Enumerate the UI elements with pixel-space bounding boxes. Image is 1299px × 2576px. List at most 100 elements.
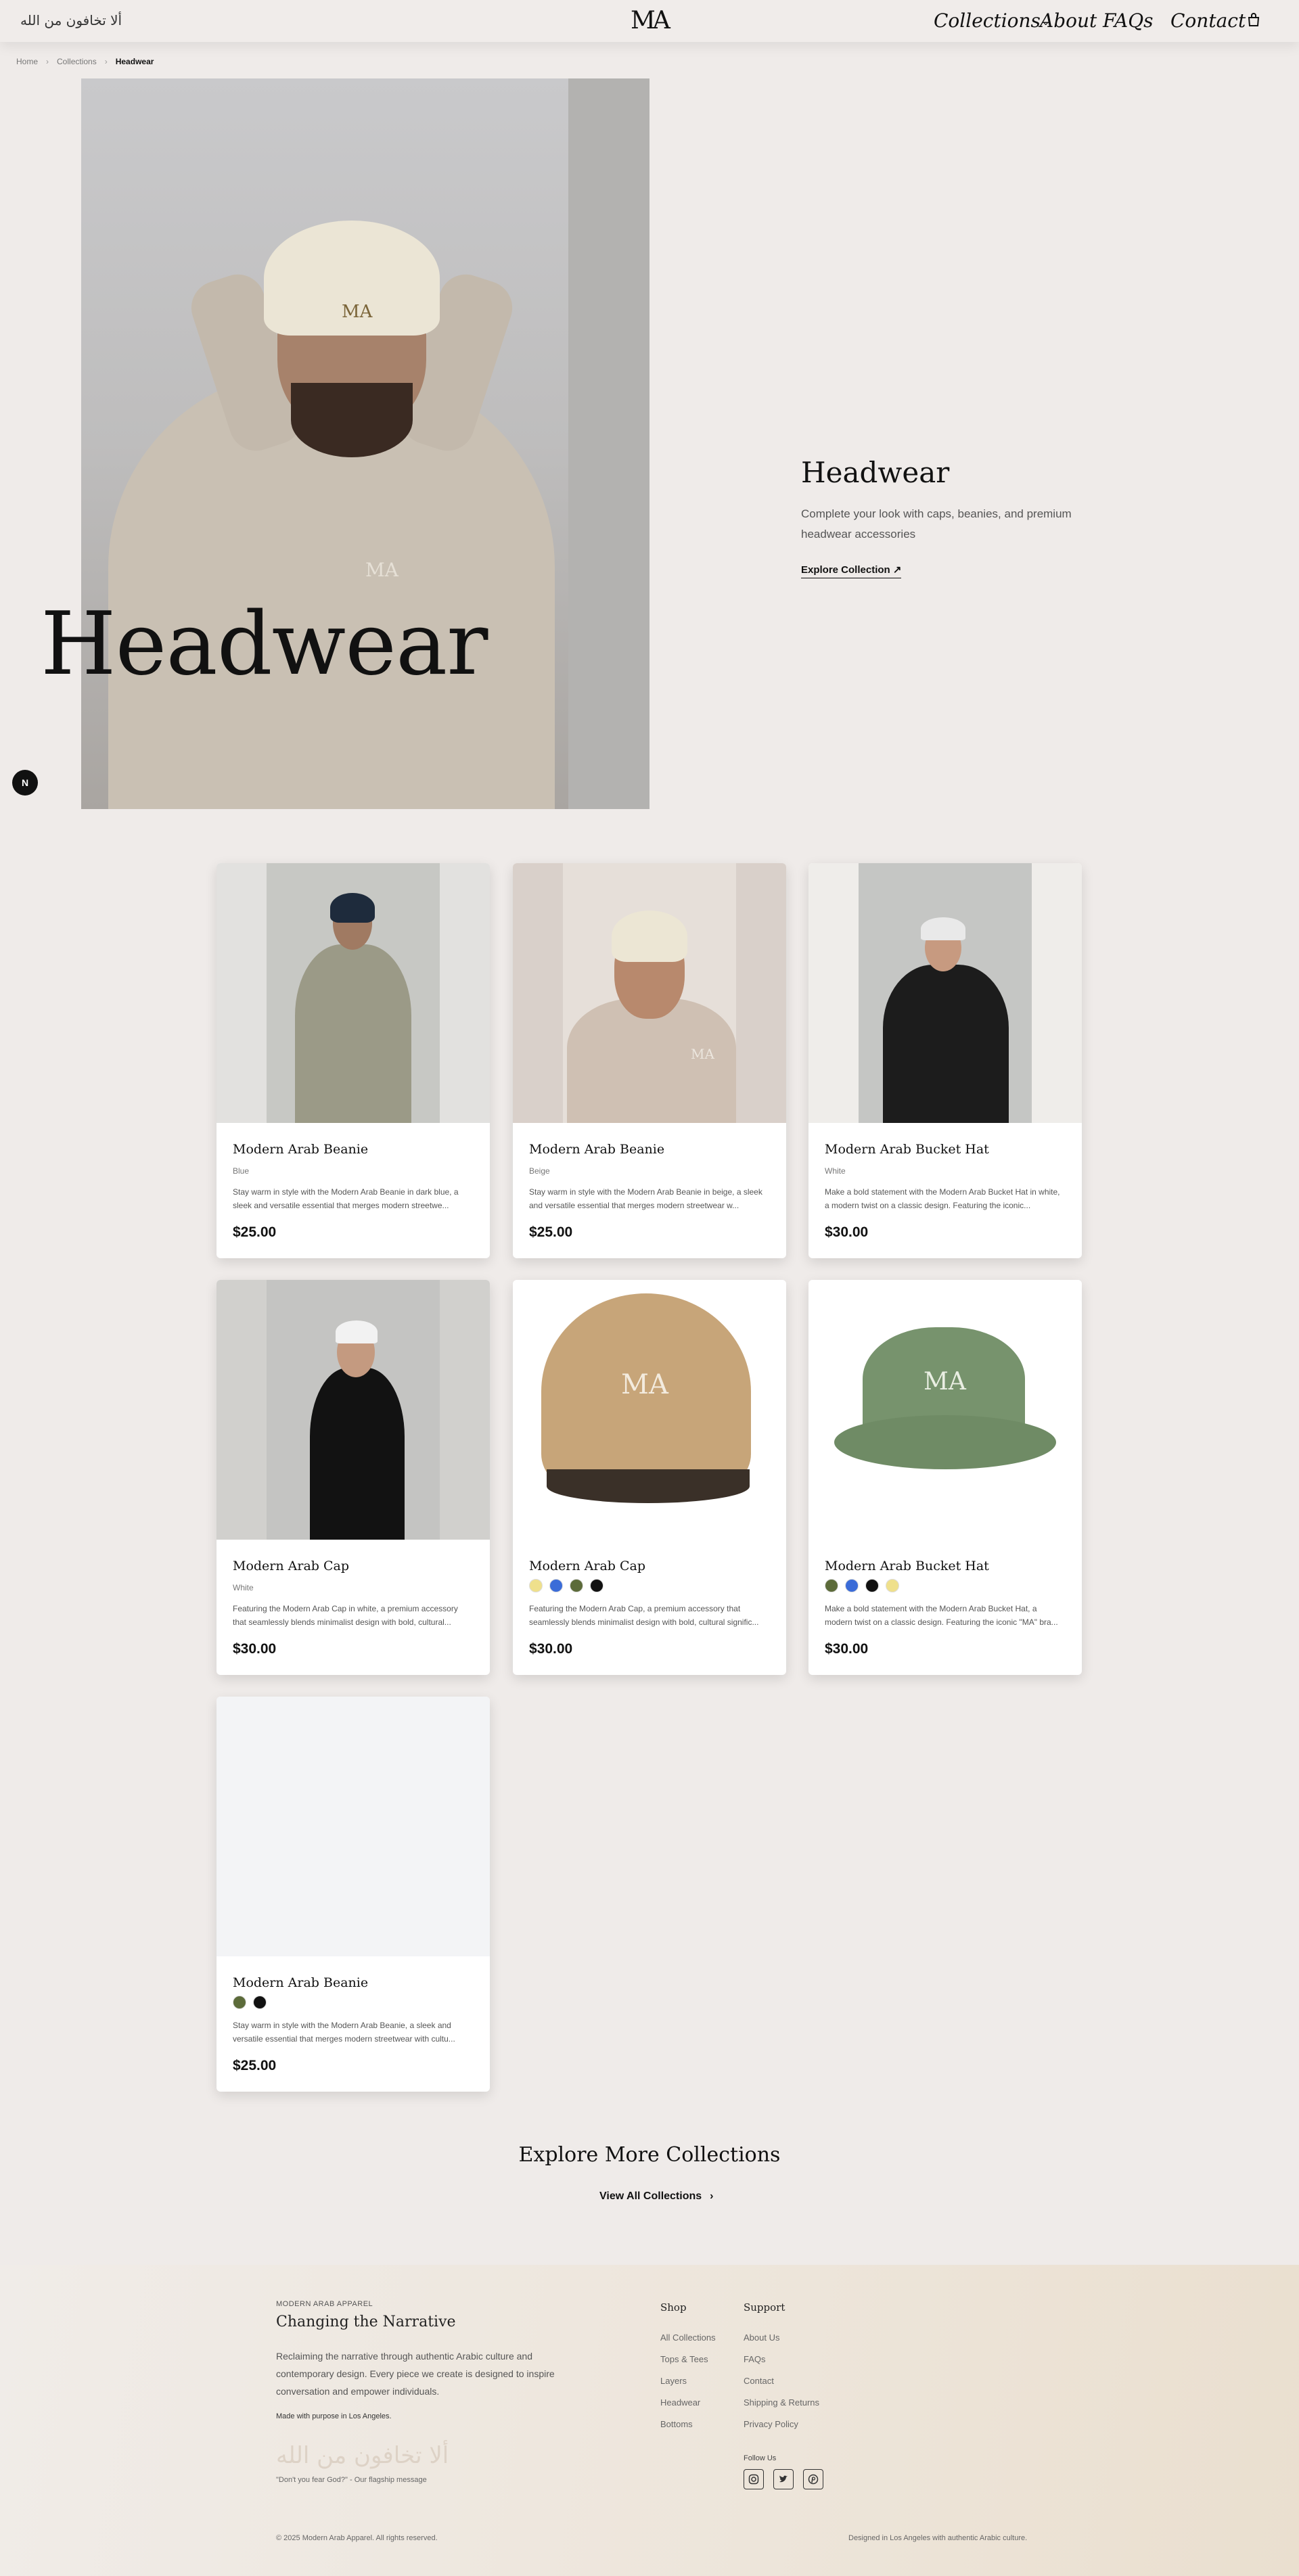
nav-collections-label: Collections (934, 9, 1041, 32)
product-card[interactable]: Modern Arab Beanie Stay warm in style wi… (216, 1697, 490, 2092)
product-image (216, 1280, 490, 1540)
footer-link-headwear[interactable]: Headwear (660, 2392, 716, 2414)
product-cap (336, 1320, 378, 1343)
product-card[interactable]: Modern Arab Bucket Hat White Make a bold… (808, 863, 1082, 1258)
swatch-black[interactable] (865, 1579, 879, 1592)
hero-hoodie-logo: MA (365, 559, 398, 581)
swatch-yellow[interactable] (886, 1579, 899, 1592)
swatch-blue[interactable] (845, 1579, 859, 1592)
product-bucket-hat (921, 917, 965, 940)
footer-link-all-collections[interactable]: All Collections (660, 2327, 716, 2349)
product-logo: MA (691, 1046, 714, 1062)
footer-link-shipping[interactable]: Shipping & Returns (744, 2392, 819, 2414)
breadcrumb-collections[interactable]: Collections (57, 57, 97, 66)
footer-link-faqs[interactable]: FAQs (744, 2349, 819, 2370)
product-color: Blue (233, 1166, 250, 1176)
bucket-hat-brim (834, 1415, 1056, 1469)
product-name: Modern Arab Bucket Hat (825, 1142, 989, 1157)
product-description: Stay warm in style with the Modern Arab … (233, 2021, 455, 2044)
swatch-olive[interactable] (233, 1996, 246, 2009)
pinterest-icon[interactable] (803, 2469, 823, 2489)
footer-link-privacy[interactable]: Privacy Policy (744, 2414, 819, 2435)
footer-description: Reclaiming the narrative through authent… (276, 2351, 555, 2397)
footer-copyright: © 2025 Modern Arab Apparel. All rights r… (276, 2534, 438, 2542)
product-card[interactable]: MA Modern Arab Cap Featuring the Modern … (513, 1280, 786, 1675)
site-logo[interactable]: MA (631, 7, 670, 34)
color-swatches (233, 1996, 267, 2009)
nav-faq[interactable]: FAQs (1103, 9, 1154, 32)
product-beanie (330, 893, 375, 923)
view-all-collections-link[interactable]: View All Collections › (599, 2190, 713, 2203)
product-color: White (825, 1166, 846, 1176)
hero-image: MA MA (81, 78, 650, 809)
product-description: Make a bold statement with the Modern Ar… (825, 1187, 1060, 1210)
site-header: ألا تخافون من الله MA Collections ⌄ About… (0, 0, 1299, 42)
product-figure-body (295, 944, 411, 1123)
product-figure-body (883, 965, 1009, 1123)
cap-brim-shadow (547, 1469, 750, 1503)
product-description: Stay warm in style with the Modern Arab … (233, 1187, 459, 1210)
view-all-label: View All Collections (599, 2190, 702, 2202)
swatch-black[interactable] (253, 1996, 267, 2009)
product-logo: MA (924, 1368, 966, 1396)
nav-about[interactable]: About (1040, 9, 1097, 32)
hero-info: Headwear Complete your look with caps, b… (801, 456, 1112, 578)
product-price: $30.00 (233, 1641, 277, 1657)
product-logo: MA (621, 1369, 668, 1400)
footer-link-about[interactable]: About Us (744, 2327, 819, 2349)
product-name: Modern Arab Bucket Hat (825, 1559, 989, 1573)
product-price: $30.00 (825, 1224, 869, 1240)
product-card[interactable]: Modern Arab Cap White Featuring the Mode… (216, 1280, 490, 1675)
product-name: Modern Arab Cap (233, 1559, 350, 1573)
product-image: MA (808, 1280, 1082, 1540)
footer-quote: "Don't you fear God?" - Our flagship mes… (276, 2476, 427, 2484)
hero-big-title: Headwear (41, 594, 488, 695)
swatch-olive[interactable] (825, 1579, 838, 1592)
hero-beard (291, 383, 413, 457)
breadcrumb-home[interactable]: Home (16, 57, 38, 66)
hero-image-wall (568, 78, 650, 809)
swatch-black[interactable] (590, 1579, 603, 1592)
footer-brand: MODERN ARAB APPAREL (276, 2300, 373, 2308)
nav-contact[interactable]: Contact (1170, 9, 1246, 32)
site-footer: MODERN ARAB APPAREL Changing the Narrati… (0, 2265, 1299, 2576)
chevron-right-icon: › (710, 2190, 714, 2202)
product-name: Modern Arab Beanie (529, 1142, 665, 1157)
product-card[interactable]: Modern Arab Beanie Blue Stay warm in sty… (216, 863, 490, 1258)
swatch-blue[interactable] (549, 1579, 563, 1592)
product-image-placeholder (216, 1697, 490, 1956)
product-image (216, 863, 490, 1123)
product-card[interactable]: MA Modern Arab Bucket Hat Make a bold st… (808, 1280, 1082, 1675)
footer-link-tops[interactable]: Tops & Tees (660, 2349, 716, 2370)
product-beanie (612, 911, 687, 962)
hero-title: Headwear (801, 456, 950, 489)
footer-link-contact[interactable]: Contact (744, 2370, 819, 2392)
product-card[interactable]: MA Modern Arab Beanie Beige Stay warm in… (513, 863, 786, 1258)
chevron-right-icon: › (46, 57, 49, 66)
swatch-yellow[interactable] (529, 1579, 543, 1592)
n-badge[interactable]: N (12, 770, 38, 796)
nav-collections[interactable]: Collections ⌄ (934, 9, 1050, 32)
hero-beanie-logo: MA (342, 302, 373, 322)
header-arabic-phrase[interactable]: ألا تخافون من الله (20, 12, 122, 28)
footer-link-layers[interactable]: Layers (660, 2370, 716, 2392)
explore-collection-link[interactable]: Explore Collection ↗ (801, 564, 902, 578)
footer-shop-title: Shop (660, 2301, 687, 2314)
breadcrumb-current: Headwear (115, 57, 154, 66)
product-description: Featuring the Modern Arab Cap, a premium… (529, 1604, 759, 1627)
footer-designed: Designed in Los Angeles with authentic A… (848, 2534, 1028, 2542)
product-price: $25.00 (529, 1224, 573, 1240)
product-description: Stay warm in style with the Modern Arab … (529, 1187, 762, 1210)
explore-collection-label: Explore Collection (801, 564, 890, 576)
color-swatches (529, 1579, 603, 1592)
footer-follow-label: Follow Us (744, 2454, 777, 2462)
instagram-icon[interactable] (744, 2469, 764, 2489)
product-description: Make a bold statement with the Modern Ar… (825, 1604, 1058, 1627)
product-price: $30.00 (825, 1641, 869, 1657)
shopping-bag-icon[interactable] (1246, 12, 1261, 27)
product-color: Beige (529, 1166, 550, 1176)
footer-link-bottoms[interactable]: Bottoms (660, 2414, 716, 2435)
product-description: Featuring the Modern Arab Cap in white, … (233, 1604, 458, 1627)
twitter-icon[interactable] (773, 2469, 794, 2489)
swatch-olive[interactable] (570, 1579, 583, 1592)
